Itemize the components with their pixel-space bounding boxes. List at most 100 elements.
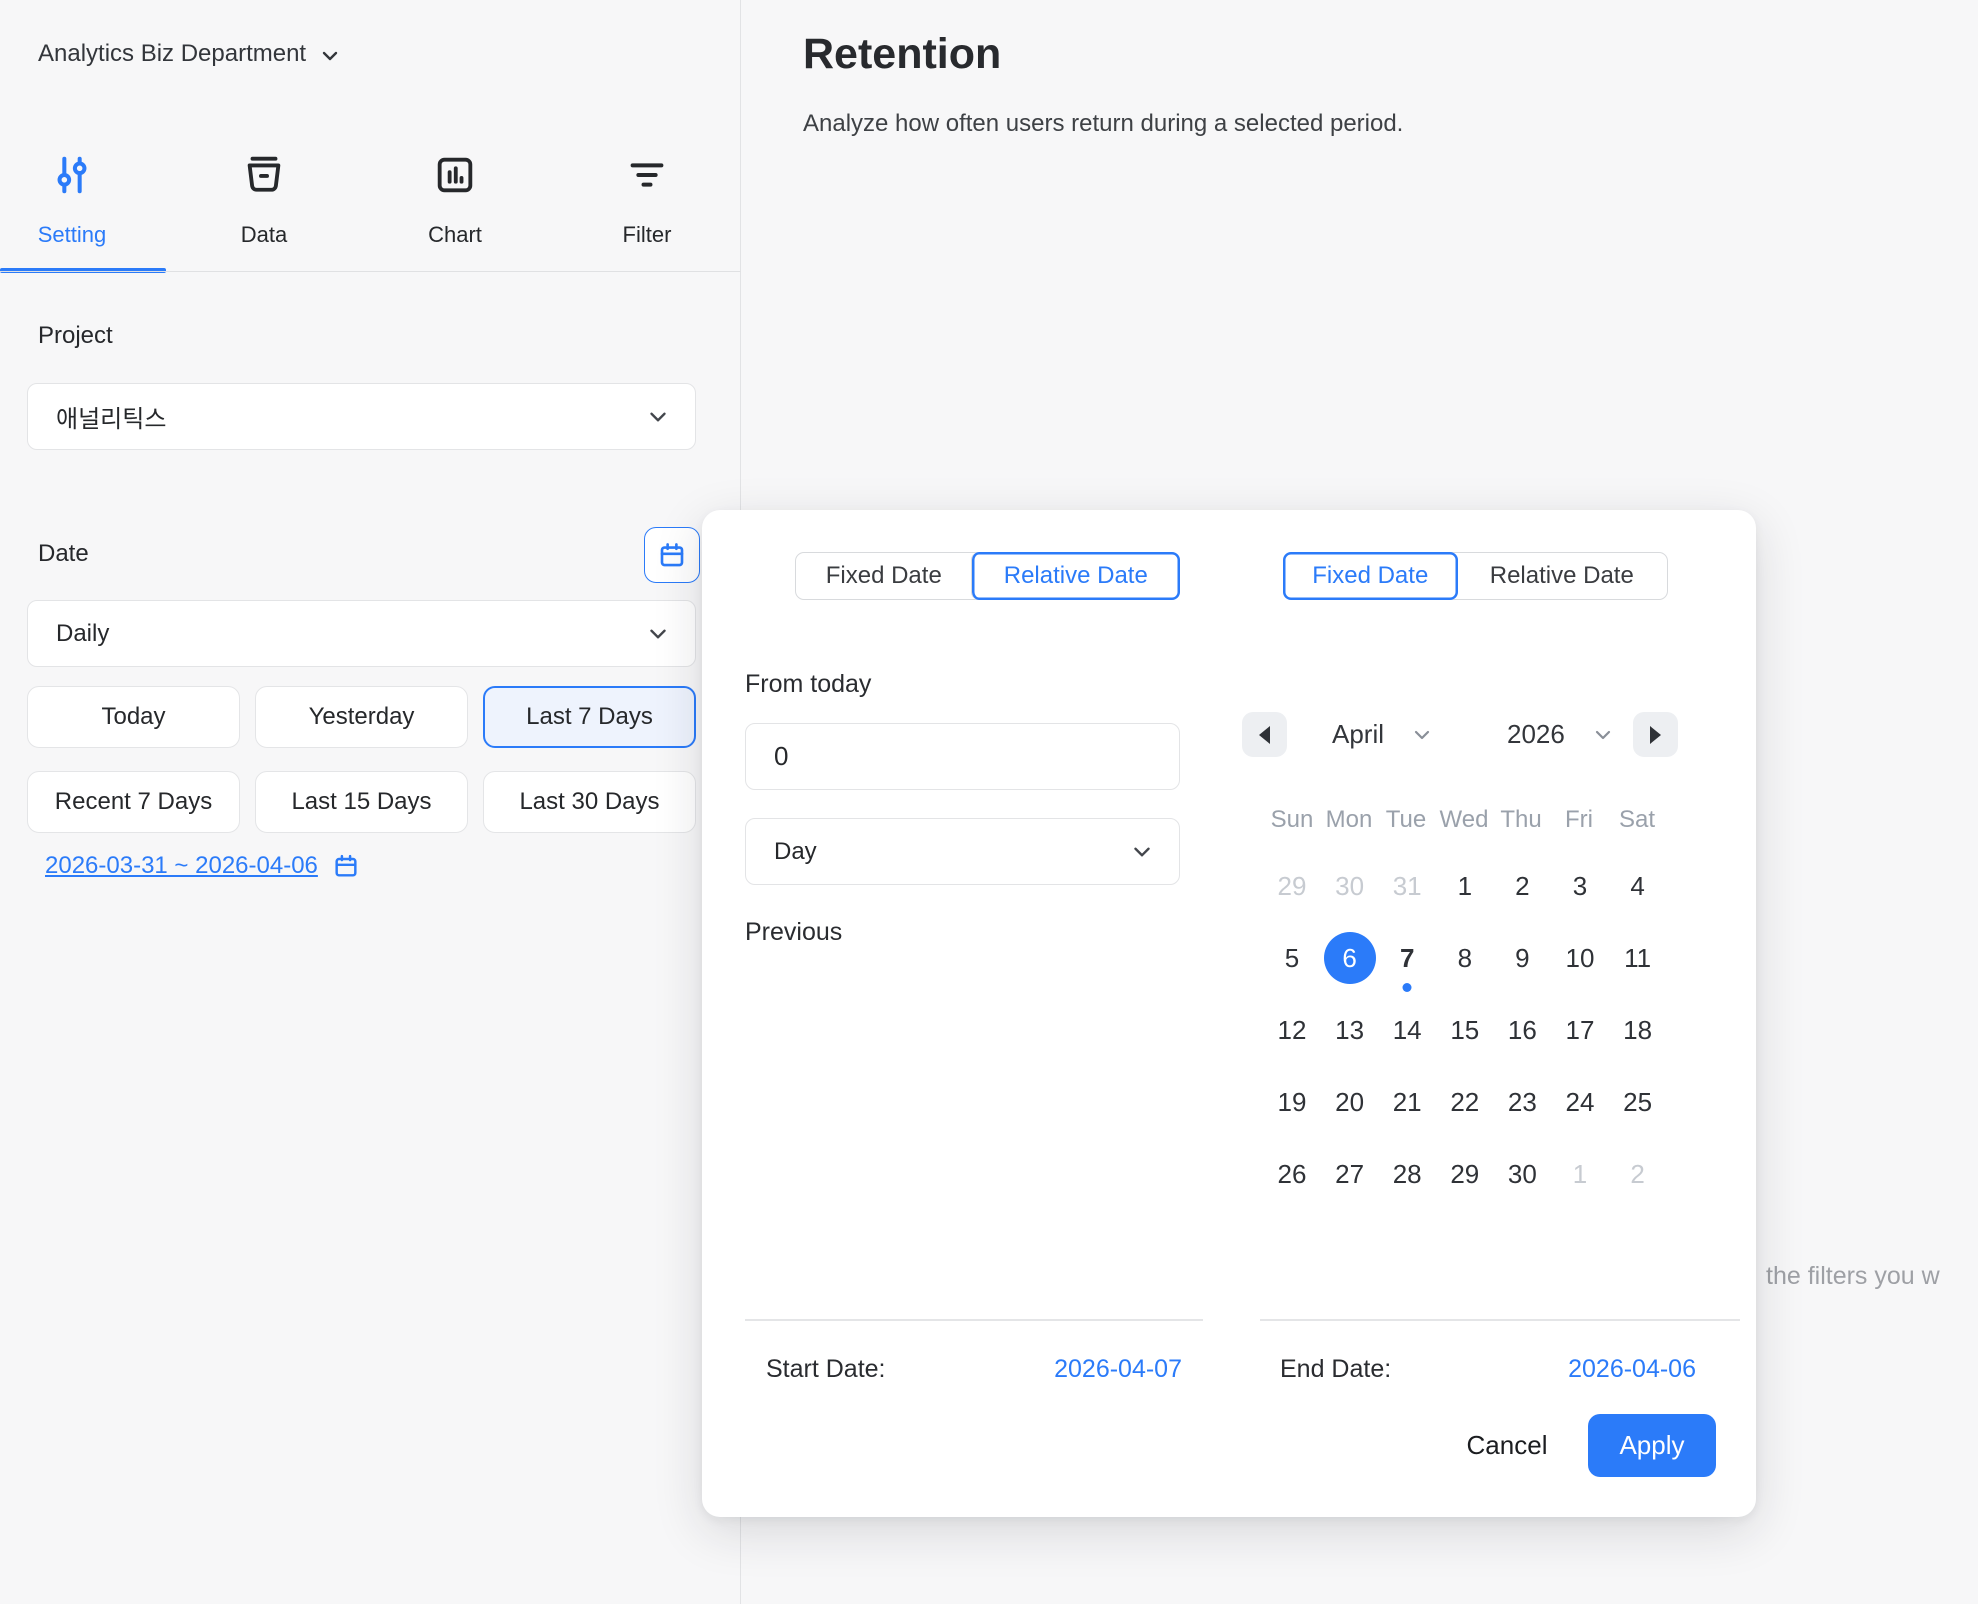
calendar-day[interactable]: 27 [1324, 1148, 1376, 1200]
unit-select[interactable]: Day [745, 818, 1180, 885]
chevron-down-icon [1129, 839, 1155, 865]
left-relative-date-option[interactable]: Relative Date [971, 552, 1180, 600]
offset-input[interactable] [745, 723, 1180, 790]
right-fixed-date-option[interactable]: Fixed Date [1283, 552, 1458, 600]
weekday-label: Sat [1608, 806, 1666, 834]
calendar-day[interactable]: 2 [1612, 1148, 1664, 1200]
date-calendar-button[interactable] [644, 527, 700, 583]
date-range-link[interactable]: 2026-03-31 ~ 2026-04-06 [45, 852, 360, 880]
right-date-mode-toggle: Fixed Date Relative Date [1283, 552, 1668, 600]
tab-setting-label: Setting [38, 222, 107, 248]
weekday-label: Tue [1377, 806, 1435, 834]
calendar-day[interactable]: 4 [1612, 860, 1664, 912]
calendar-day[interactable]: 2 [1496, 860, 1548, 912]
background-clipped-text: the filters you w [1766, 1262, 1978, 1291]
calendar-day[interactable]: 21 [1381, 1076, 1433, 1128]
calendar-day[interactable]: 7 [1381, 932, 1433, 984]
calendar-day[interactable]: 20 [1324, 1076, 1376, 1128]
end-date-divider [1260, 1319, 1740, 1321]
calendar-day[interactable]: 1 [1554, 1148, 1606, 1200]
tab-filter[interactable]: Filter [572, 152, 722, 248]
apply-button[interactable]: Apply [1588, 1414, 1716, 1477]
tab-setting[interactable]: Setting [0, 152, 147, 248]
tab-chart-label: Chart [428, 222, 482, 248]
chevron-down-icon [1410, 723, 1434, 747]
calendar-day[interactable]: 30 [1324, 860, 1376, 912]
weekday-label: Sun [1263, 806, 1321, 834]
calendar-icon [657, 540, 687, 570]
calendar-day[interactable]: 14 [1381, 1004, 1433, 1056]
calendar-day[interactable]: 28 [1381, 1148, 1433, 1200]
calendar-day[interactable]: 10 [1554, 932, 1606, 984]
prev-month-button[interactable] [1242, 712, 1287, 757]
app-root: Analytics Biz Department Setting Data [0, 0, 1978, 1604]
bar-chart-icon [432, 152, 478, 198]
weekday-label: Thu [1492, 806, 1550, 834]
preset-yesterday-button[interactable]: Yesterday [255, 686, 468, 748]
right-relative-date-option[interactable]: Relative Date [1457, 553, 1667, 599]
month-select-value: April [1332, 719, 1384, 750]
preset-label: Last 7 Days [526, 703, 653, 731]
calendar-day[interactable]: 22 [1439, 1076, 1491, 1128]
granularity-select[interactable]: Daily [27, 600, 696, 667]
calendar-day[interactable]: 19 [1266, 1076, 1318, 1128]
weekday-label: Mon [1320, 806, 1378, 834]
chevron-down-icon [645, 621, 671, 647]
preset-label: Last 30 Days [519, 788, 659, 816]
calendar-day[interactable]: 29 [1439, 1148, 1491, 1200]
filter-icon [624, 152, 670, 198]
workspace-switcher[interactable]: Analytics Biz Department [38, 40, 342, 68]
data-bucket-icon [241, 152, 287, 198]
calendar-day[interactable]: 9 [1496, 932, 1548, 984]
date-picker-modal: Fixed Date Relative Date Fixed Date Rela… [702, 510, 1756, 1517]
calendar-day[interactable]: 23 [1496, 1076, 1548, 1128]
next-month-button[interactable] [1633, 712, 1678, 757]
month-select[interactable]: April [1332, 712, 1434, 757]
preset-last-30-days-button[interactable]: Last 30 Days [483, 771, 696, 833]
left-arrow-icon [1259, 726, 1270, 744]
calendar-day[interactable]: 29 [1266, 860, 1318, 912]
calendar-day[interactable]: 12 [1266, 1004, 1318, 1056]
preset-last-15-days-button[interactable]: Last 15 Days [255, 771, 468, 833]
date-label: Date [38, 540, 89, 568]
sliders-icon [49, 152, 95, 198]
tab-filter-label: Filter [623, 222, 672, 248]
project-select[interactable]: 애널리틱스 [27, 383, 696, 450]
preset-today-button[interactable]: Today [27, 686, 240, 748]
calendar-day[interactable]: 26 [1266, 1148, 1318, 1200]
project-label: Project [38, 322, 113, 350]
calendar-day[interactable]: 11 [1612, 932, 1664, 984]
tab-data-label: Data [241, 222, 287, 248]
tab-data[interactable]: Data [189, 152, 339, 248]
calendar-day[interactable]: 6 [1324, 932, 1376, 984]
preset-recent-7-days-button[interactable]: Recent 7 Days [27, 771, 240, 833]
year-select-value: 2026 [1507, 719, 1565, 750]
cancel-button[interactable]: Cancel [1447, 1414, 1567, 1477]
calendar-day[interactable]: 25 [1612, 1076, 1664, 1128]
start-date-value: 2026-04-07 [982, 1355, 1182, 1384]
calendar-day[interactable]: 13 [1324, 1004, 1376, 1056]
chevron-down-icon [1591, 723, 1615, 747]
calendar-day[interactable]: 31 [1381, 860, 1433, 912]
left-fixed-date-option[interactable]: Fixed Date [796, 553, 972, 599]
granularity-select-value: Daily [56, 620, 109, 648]
preset-last-7-days-button[interactable]: Last 7 Days [483, 686, 696, 748]
unit-select-value: Day [774, 838, 817, 866]
calendar-day[interactable]: 3 [1554, 860, 1606, 912]
calendar-icon [332, 852, 360, 880]
preset-label: Recent 7 Days [55, 788, 212, 816]
calendar-day[interactable]: 5 [1266, 932, 1318, 984]
chevron-down-icon [318, 44, 342, 68]
calendar-day[interactable]: 30 [1496, 1148, 1548, 1200]
weekday-label: Wed [1435, 806, 1493, 834]
calendar-day[interactable]: 8 [1439, 932, 1491, 984]
year-select[interactable]: 2026 [1507, 712, 1615, 757]
sidebar: Analytics Biz Department Setting Data [0, 0, 741, 1604]
calendar-day[interactable]: 18 [1612, 1004, 1664, 1056]
calendar-day[interactable]: 16 [1496, 1004, 1548, 1056]
tab-chart[interactable]: Chart [380, 152, 530, 248]
calendar-day[interactable]: 24 [1554, 1076, 1606, 1128]
calendar-day[interactable]: 17 [1554, 1004, 1606, 1056]
calendar-day[interactable]: 1 [1439, 860, 1491, 912]
calendar-day[interactable]: 15 [1439, 1004, 1491, 1056]
